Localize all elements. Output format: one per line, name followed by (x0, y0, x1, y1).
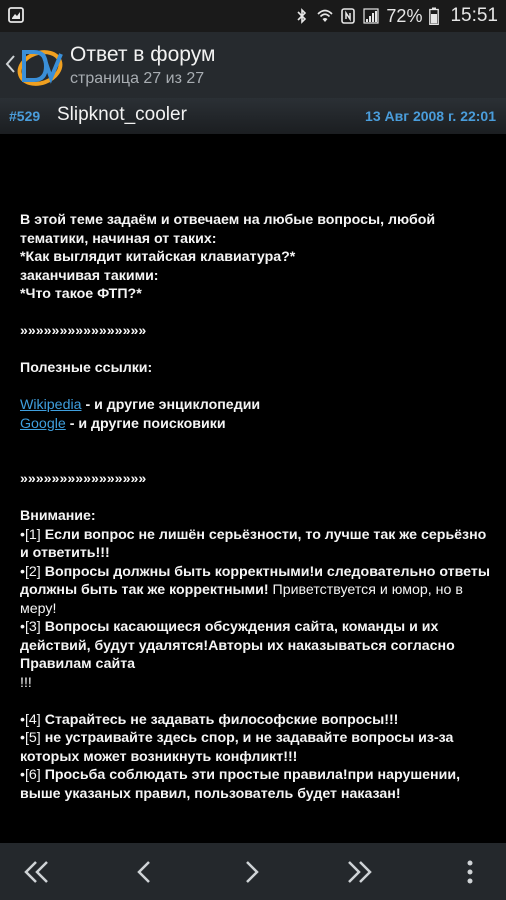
post-text-line: В этой теме задаём и отвечаем на любые в… (20, 212, 436, 247)
app-logo[interactable] (16, 42, 64, 90)
rule-text: Просьба соблюдать эти простые правила!пр… (20, 767, 461, 802)
separator-text: »»»»»»»»»»»»»»»» (20, 323, 147, 339)
rule-number: •[4] (20, 711, 41, 728)
post-text-line: *Как выглядит китайская клавиатура?* (20, 249, 296, 265)
status-bar: 72% 15:51 (0, 0, 506, 32)
battery-percent: 72% (386, 5, 423, 26)
rule-item: •[1] Если вопрос не лишён серьёзности, т… (20, 526, 498, 563)
rule-number: •[6] (20, 767, 41, 783)
useful-links-heading: Полезные ссылки: (20, 360, 153, 376)
attention-heading: Внимание: (20, 508, 96, 524)
rule-number: •[1] (20, 526, 41, 543)
rule-text: Старайтесь не задавать философские вопро… (40, 711, 399, 728)
link-line-wikipedia: Wikipedia - и другие энциклопедии (20, 396, 498, 415)
post-number[interactable]: #529 (9, 108, 40, 124)
rule-number: •[5] (20, 730, 41, 746)
signal-icon (363, 8, 380, 24)
link-description: - и другие энциклопедии (81, 397, 261, 413)
next-page-icon[interactable] (236, 857, 266, 887)
wifi-icon (317, 9, 333, 22)
bottom-nav-bar (0, 843, 506, 900)
last-page-icon[interactable] (344, 857, 374, 887)
clock: 15:51 (450, 5, 498, 26)
page-subtitle: страница 27 из 27 (70, 70, 205, 87)
rule-text: Вопросы касающиеся обсуждения сайта, ком… (20, 619, 455, 672)
rule-item: •[3] Вопросы касающиеся обсуждения сайта… (20, 618, 498, 674)
post-body: В этой теме задаём и отвечаем на любые в… (20, 211, 498, 803)
wikipedia-link[interactable]: Wikipedia (20, 397, 82, 413)
battery-icon (429, 7, 440, 25)
post-header: #529 Slipknot_cooler 13 Авг 2008 г. 22:0… (0, 98, 506, 134)
gallery-notification-icon (8, 7, 24, 23)
link-description: - и другие поисковики (65, 415, 226, 432)
rule-number: •[3] (20, 619, 41, 635)
rule-item: •[6] Просьба соблюдать эти простые прави… (20, 766, 498, 803)
post-text-line: заканчивая такими: (20, 267, 159, 284)
rule-item: •[4] Старайтесь не задавать философские … (20, 711, 498, 730)
previous-page-icon[interactable] (130, 857, 160, 887)
first-page-icon[interactable] (22, 857, 52, 887)
rule-item: •[2] Вопросы должны быть корректными!и с… (20, 563, 498, 619)
google-link[interactable]: Google (20, 416, 66, 432)
app-bar: Ответ в форум страница 27 из 27 (0, 32, 506, 98)
post-text-line: *Что такое ФТП?* (20, 286, 142, 302)
rule-number: •[2] (20, 563, 41, 580)
link-line-google: Google - и другие поисковики (20, 415, 498, 434)
bluetooth-icon (297, 8, 307, 24)
rule-tail: !!! (20, 674, 32, 691)
rule-text: не устраивайте здесь спор, и не задавайт… (20, 730, 454, 765)
post-author[interactable]: Slipknot_cooler (57, 104, 187, 126)
page-title: Ответ в форум (70, 43, 216, 66)
rule-item: •[5] не устраивайте здесь спор, и не зад… (20, 729, 498, 766)
rule-text: Если вопрос не лишён серьёзности, то луч… (20, 526, 487, 562)
nfc-icon (341, 8, 356, 24)
separator-text: »»»»»»»»»»»»»»»» (20, 471, 147, 487)
post-date: 13 Авг 2008 г. 22:01 (365, 108, 496, 124)
back-arrow-icon[interactable] (4, 50, 16, 78)
more-options-icon[interactable] (455, 857, 485, 887)
